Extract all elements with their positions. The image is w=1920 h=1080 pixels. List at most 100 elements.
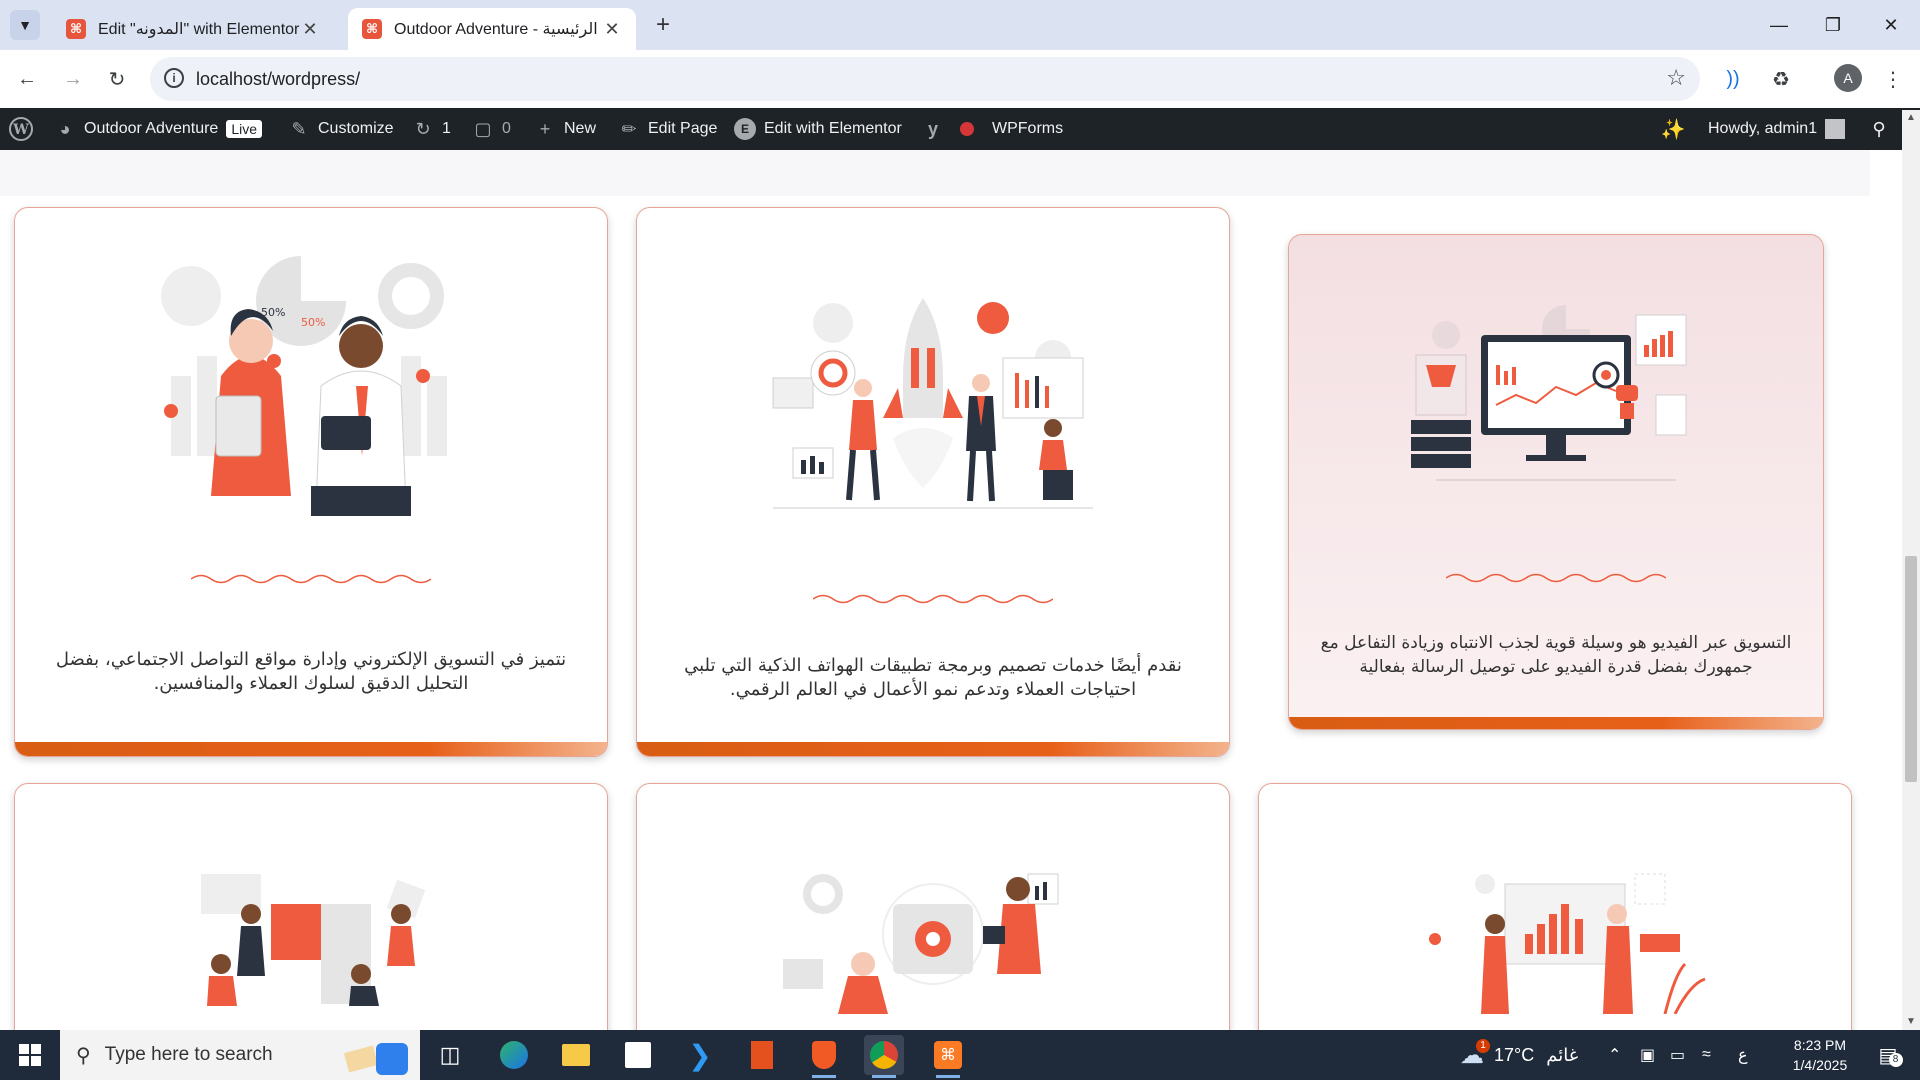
svg-text:W: W [12, 122, 29, 138]
recording-status[interactable] [960, 108, 974, 150]
updates-link[interactable]: ↻ 1 [412, 108, 450, 150]
howdy-label: Howdy, admin1 [1708, 120, 1818, 137]
battery-indicator[interactable]: ▭ [1670, 1030, 1685, 1080]
clock-date: 1/4/2025 [1792, 1057, 1848, 1073]
close-window-button[interactable]: ✕ [1868, 10, 1914, 40]
browser-toolbar: ← → ↻ i localhost/wordpress/ ☆ )) ♻ A ⋮ [0, 50, 1920, 108]
address-bar[interactable]: i localhost/wordpress/ ☆ [150, 57, 1700, 101]
service-description: التسويق عبر الفيديو هو وسيلة قوية لجذب ا… [1320, 633, 1792, 677]
task-view-button[interactable]: ◫ [430, 1035, 470, 1075]
arrow-left-icon: ← [17, 67, 37, 90]
close-tab-icon[interactable]: ✕ [602, 19, 622, 40]
wordpress-logo-menu[interactable]: W [8, 108, 34, 150]
service-card[interactable] [636, 783, 1230, 1030]
restore-button[interactable]: ❐ [1810, 10, 1856, 40]
pencil-icon: ✏ [621, 118, 637, 139]
weather-widget[interactable]: ☁ 1 17°C غائم [1460, 1030, 1578, 1080]
wordpress-logo-icon: W [9, 117, 33, 141]
taskbar-search-box[interactable]: ⚲ Type here to search [60, 1030, 420, 1080]
ai-assistant-button[interactable]: ✨ [1661, 108, 1692, 150]
new-label: New [564, 120, 597, 137]
dashboard-gauge-icon: ◕ [59, 118, 71, 139]
vscode-app-button[interactable]: ❯ [680, 1035, 720, 1075]
browser-tab[interactable]: ⌘ Edit "المدونه" with Elementor ✕ [52, 8, 334, 50]
browser-tab-strip: ▼ ⌘ Edit "المدونه" with Elementor ✕ ⌘ Ou… [0, 0, 1920, 50]
reload-button[interactable]: ↻ [100, 62, 134, 96]
browser-menu-button[interactable]: ⋮ [1876, 62, 1910, 96]
site-name-menu[interactable]: ◕ Outdoor Adventure Live [54, 108, 262, 150]
notifications-button[interactable]: ▤ 8 [1868, 1030, 1908, 1080]
arrow-right-icon: → [63, 67, 83, 90]
user-avatar [1825, 119, 1846, 139]
marketing-team-illustration: 50% 50% [15, 236, 607, 516]
elementor-logo-icon: E [734, 118, 756, 140]
chevron-up-icon: ⌃ [1608, 1047, 1622, 1064]
sound-waves-icon: )) [1726, 67, 1740, 90]
edge-app-button[interactable] [494, 1035, 534, 1075]
back-button[interactable]: ← [10, 62, 44, 96]
plus-icon: + [539, 118, 551, 139]
edge-browser-icon [500, 1041, 528, 1069]
comments-link[interactable]: ▢ 0 [472, 108, 510, 150]
close-icon: ✕ [1883, 14, 1899, 35]
admin-search-button[interactable]: ⚲ [1868, 108, 1898, 150]
site-info-icon[interactable]: i [164, 68, 184, 88]
file-explorer-button[interactable] [556, 1035, 596, 1075]
forward-button[interactable]: → [56, 62, 90, 96]
minimize-button[interactable]: — [1756, 10, 1802, 40]
service-card[interactable]: 50% 50% نتميز في التسويق الإلكتروني وإدا… [14, 207, 608, 757]
scroll-up-arrow-icon[interactable]: ▲ [1906, 112, 1916, 123]
section-top-strip [0, 150, 1870, 196]
new-tab-button[interactable]: + [648, 10, 678, 40]
chrome-app-button[interactable] [864, 1035, 904, 1078]
camera-icon: ▣ [1640, 1047, 1656, 1064]
network-indicator[interactable]: ≈ [1702, 1030, 1711, 1080]
xampp-favicon-icon: ⌘ [66, 19, 86, 39]
page-scrollbar[interactable]: ▲ ▼ [1902, 110, 1920, 1030]
chevron-down-icon: ▼ [18, 17, 32, 33]
edit-page-link[interactable]: ✏ Edit Page [618, 108, 717, 150]
search-highlight-illustration-icon [342, 1035, 412, 1075]
yoast-logo-icon: y [927, 118, 938, 139]
plus-icon: + [655, 11, 670, 38]
weather-condition-label: غائم [1546, 1044, 1579, 1065]
page-content: 50% 50% نتميز في التسويق الإلكتروني وإدا… [0, 150, 1905, 1030]
extensions-button[interactable]: ♻ [1764, 62, 1798, 96]
service-card[interactable] [14, 783, 608, 1030]
yoast-seo-menu[interactable]: y [922, 108, 952, 150]
office-app-button[interactable] [742, 1035, 782, 1075]
clock-widget[interactable]: 8:23 PM 1/4/2025 [1770, 1030, 1870, 1080]
windows-taskbar: ⚲ Type here to search ◫ ❯ ⌘ ☁ 1 17°C غائم… [0, 1030, 1920, 1080]
browser-tab-active[interactable]: ⌘ Outdoor Adventure - الرئيسية ✕ [348, 8, 636, 50]
service-description: نتميز في التسويق الإلكتروني وإدارة مواقع… [55, 649, 567, 694]
xampp-icon: ⌘ [934, 1041, 962, 1069]
service-card[interactable]: التسويق عبر الفيديو هو وسيلة قوية لجذب ا… [1288, 234, 1824, 730]
read-aloud-button[interactable]: )) [1716, 62, 1750, 96]
input-language-indicator[interactable]: ع [1738, 1030, 1748, 1080]
battery-icon: ▭ [1670, 1047, 1686, 1064]
scrollbar-thumb[interactable] [1905, 556, 1917, 782]
new-content-menu[interactable]: + New [534, 108, 596, 150]
scroll-down-arrow-icon[interactable]: ▼ [1906, 1016, 1916, 1027]
store-app-button[interactable] [618, 1035, 658, 1075]
xampp-app-button[interactable]: ⌘ [928, 1035, 968, 1078]
tab-search-button[interactable]: ▼ [10, 10, 40, 40]
customize-label: Customize [318, 120, 394, 137]
profile-avatar[interactable]: A [1834, 64, 1862, 92]
customize-link[interactable]: ✎ Customize [288, 108, 394, 150]
meet-now-button[interactable]: ▣ [1640, 1030, 1655, 1080]
service-card[interactable]: نقدم أيضًا خدمات تصميم وبرمجة تطبيقات ال… [636, 207, 1230, 757]
edit-with-elementor-link[interactable]: E Edit with Elementor [734, 108, 902, 150]
profile-initial: A [1843, 70, 1853, 86]
wpforms-menu[interactable]: WPForms [992, 108, 1063, 150]
close-tab-icon[interactable]: ✕ [300, 19, 320, 40]
my-account-menu[interactable]: Howdy, admin1 [1708, 108, 1846, 150]
temperature-label: 17°C [1494, 1044, 1535, 1065]
rocket-launch-illustration [637, 278, 1229, 518]
service-card[interactable] [1258, 783, 1852, 1030]
bookmark-star-icon[interactable]: ☆ [1666, 65, 1686, 91]
start-button[interactable] [0, 1030, 60, 1080]
show-hidden-icons-button[interactable]: ⌃ [1608, 1030, 1621, 1080]
xampp-favicon-icon: ⌘ [362, 19, 382, 39]
brave-app-button[interactable] [804, 1035, 844, 1078]
